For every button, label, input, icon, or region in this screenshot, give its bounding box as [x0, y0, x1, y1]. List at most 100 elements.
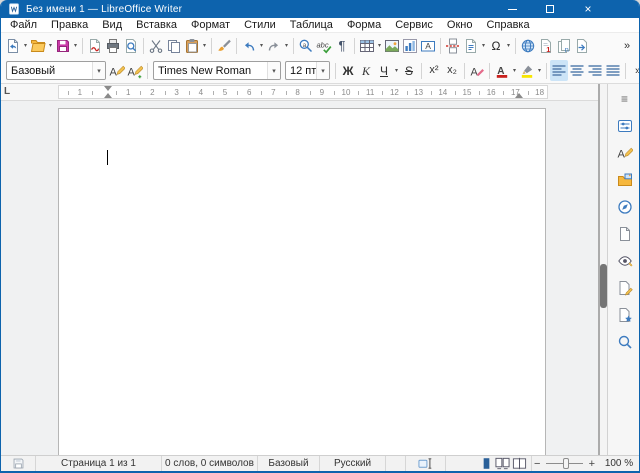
menu-help[interactable]: Справка — [479, 18, 536, 33]
sidebar-page[interactable] — [612, 222, 638, 246]
zoom-slider[interactable]: − + — [531, 456, 597, 471]
redo-button-dropdown[interactable]: ▾ — [283, 35, 290, 56]
underline-button-dropdown[interactable]: ▾ — [393, 60, 400, 81]
page-style-field[interactable]: Базовый — [257, 456, 319, 471]
underline-button[interactable]: Ч — [375, 60, 393, 81]
font-name-combo[interactable]: Times New Roman▾ — [153, 61, 281, 80]
special-character-button-dropdown[interactable]: ▾ — [505, 35, 512, 56]
minimize-button[interactable] — [493, 0, 531, 18]
insert-textbox-button[interactable]: A — [419, 35, 437, 56]
menu-view[interactable]: Вид — [95, 18, 129, 33]
close-button[interactable]: × — [569, 0, 607, 18]
save-status-indicator[interactable] — [1, 456, 35, 471]
insert-page-break-button[interactable] — [444, 35, 462, 56]
menu-table[interactable]: Таблица — [283, 18, 340, 33]
highlight-color-button[interactable] — [518, 60, 536, 81]
menu-tools[interactable]: Сервис — [388, 18, 440, 33]
menu-insert[interactable]: Вставка — [129, 18, 184, 33]
clone-formatting-button[interactable] — [215, 35, 233, 56]
find-replace-button[interactable]: a — [297, 35, 315, 56]
sidebar-manage-changes[interactable] — [612, 303, 638, 327]
insert-endnote-button[interactable]: n — [555, 35, 573, 56]
sidebar-gallery[interactable] — [612, 168, 638, 192]
new-document-button[interactable] — [4, 35, 22, 56]
document-page[interactable] — [58, 108, 546, 455]
insert-chart-button[interactable] — [401, 35, 419, 56]
sidebar-find[interactable] — [612, 330, 638, 354]
first-line-indent-marker[interactable] — [104, 86, 112, 91]
page-count-field[interactable]: Страница 1 из 1 — [35, 456, 161, 471]
align-right-button[interactable] — [586, 60, 604, 81]
justify-button[interactable] — [604, 60, 622, 81]
horizontal-ruler[interactable]: 1123456789101112131415161718 — [58, 85, 548, 99]
save-button[interactable] — [54, 35, 72, 56]
insert-cross-reference-button[interactable] — [573, 35, 591, 56]
sidebar-styles[interactable]: A — [612, 141, 638, 165]
text-language-field[interactable]: Русский — [319, 456, 385, 471]
multi-page-view-icon[interactable] — [495, 456, 510, 471]
undo-button-dropdown[interactable]: ▾ — [258, 35, 265, 56]
spelling-button[interactable]: abc — [315, 35, 333, 56]
dropdown-chevron-icon[interactable]: ▾ — [267, 62, 280, 79]
highlight-color-button-dropdown[interactable]: ▾ — [536, 60, 543, 81]
zoom-level-field[interactable]: 100 % — [597, 456, 640, 471]
save-button-dropdown[interactable]: ▾ — [72, 35, 79, 56]
zoom-slider-handle[interactable] — [563, 458, 569, 469]
export-pdf-button[interactable] — [86, 35, 104, 56]
standard-toolbar-overflow[interactable]: » — [618, 35, 636, 56]
new-document-button-dropdown[interactable]: ▾ — [22, 35, 29, 56]
insert-image-button[interactable] — [383, 35, 401, 56]
italic-button[interactable]: К — [357, 60, 375, 81]
left-indent-marker[interactable] — [104, 93, 112, 98]
menu-edit[interactable]: Правка — [44, 18, 95, 33]
sidebar-splitter[interactable] — [598, 84, 607, 455]
paragraph-style-combo[interactable]: Базовый▾ — [6, 61, 106, 80]
undo-button[interactable] — [240, 35, 258, 56]
zoom-slider-track[interactable] — [546, 463, 582, 464]
selection-mode-field[interactable] — [405, 456, 445, 471]
cut-button[interactable] — [147, 35, 165, 56]
sidebar-accessibility-check[interactable] — [612, 276, 638, 300]
superscript-button[interactable]: x² — [425, 60, 443, 81]
open-button-dropdown[interactable]: ▾ — [47, 35, 54, 56]
subscript-button[interactable]: x₂ — [443, 60, 461, 81]
menu-window[interactable]: Окно — [440, 18, 480, 33]
open-button[interactable] — [29, 35, 47, 56]
insert-table-button-dropdown[interactable]: ▾ — [376, 35, 383, 56]
menu-styles[interactable]: Стили — [237, 18, 283, 33]
print-button[interactable] — [104, 35, 122, 56]
align-center-button[interactable] — [568, 60, 586, 81]
single-page-view-icon[interactable] — [480, 457, 493, 470]
sidebar-properties[interactable] — [612, 114, 638, 138]
paste-button-dropdown[interactable]: ▾ — [201, 35, 208, 56]
strikethrough-button[interactable]: S — [400, 60, 418, 81]
sidebar-menu[interactable]: ≡ — [612, 87, 638, 111]
dropdown-chevron-icon[interactable]: ▾ — [92, 62, 105, 79]
insert-field-button-dropdown[interactable]: ▾ — [480, 35, 487, 56]
print-preview-button[interactable] — [122, 35, 140, 56]
font-color-button-dropdown[interactable]: ▾ — [511, 60, 518, 81]
redo-button[interactable] — [265, 35, 283, 56]
menu-form[interactable]: Форма — [340, 18, 388, 33]
word-count-field[interactable]: 0 слов, 0 символов — [161, 456, 257, 471]
special-character-button[interactable]: Ω — [487, 35, 505, 56]
bold-button[interactable]: Ж — [339, 60, 357, 81]
sidebar-navigator[interactable] — [612, 195, 638, 219]
tab-stop-selector[interactable]: L — [4, 86, 16, 98]
zoom-in-icon[interactable]: + — [587, 458, 597, 470]
zoom-out-icon[interactable]: − — [532, 458, 542, 470]
dropdown-chevron-icon[interactable]: ▾ — [316, 62, 329, 79]
align-left-button[interactable] — [550, 60, 568, 81]
insert-field-button[interactable] — [462, 35, 480, 56]
sidebar-splitter-grip[interactable] — [600, 264, 607, 308]
sidebar-style-inspector[interactable] — [612, 249, 638, 273]
insert-hyperlink-button[interactable] — [519, 35, 537, 56]
insert-table-button[interactable] — [358, 35, 376, 56]
paste-button[interactable] — [183, 35, 201, 56]
insert-footnote-button[interactable]: 1 — [537, 35, 555, 56]
book-view-icon[interactable] — [512, 456, 527, 471]
formatting-marks-button[interactable]: ¶ — [333, 35, 351, 56]
menu-format[interactable]: Формат — [184, 18, 237, 33]
formatting-toolbar-overflow[interactable]: » — [629, 60, 640, 81]
maximize-button[interactable] — [531, 0, 569, 18]
